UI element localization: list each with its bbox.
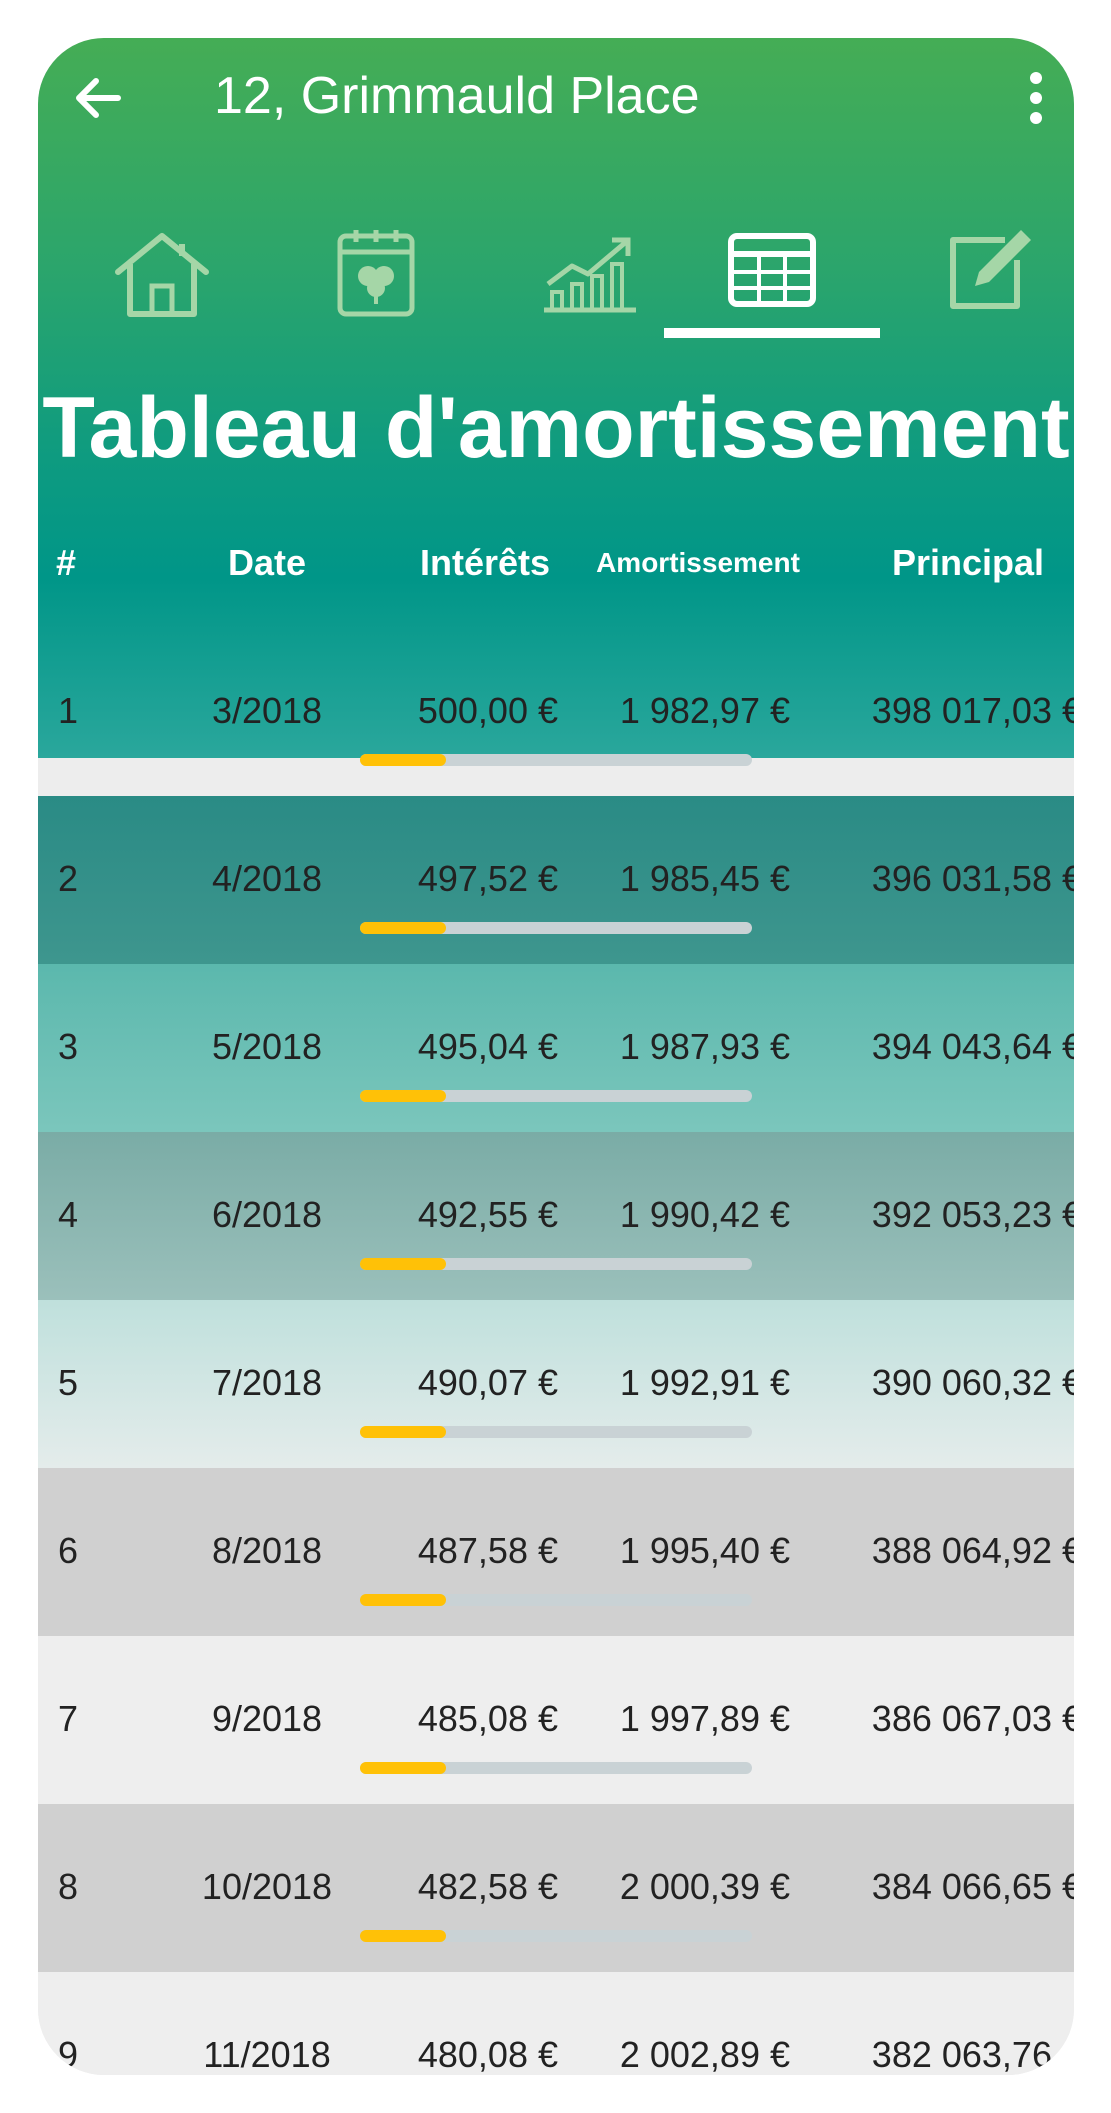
row-interest: 480,08 € xyxy=(417,2034,558,2075)
tab-bar xyxy=(38,208,1074,348)
row-date: 8/2018 xyxy=(211,1530,323,1571)
interest-ratio-fill xyxy=(360,754,447,766)
tab-home[interactable] xyxy=(62,208,262,348)
tab-table[interactable] xyxy=(672,208,872,348)
row-amortization: 1 997,89 € xyxy=(619,1698,790,1739)
row-interest: 485,08 € xyxy=(417,1698,558,1739)
interest-ratio-fill xyxy=(360,1258,447,1270)
row-amortization: 1 995,40 € xyxy=(619,1530,790,1571)
table-row[interactable]: 2 4/2018 497,52 € 1 985,45 € 396 031,58 … xyxy=(38,796,1074,964)
row-principal: 390 060,32 € xyxy=(871,1362,1074,1403)
home-icon xyxy=(115,233,209,317)
row-date: 7/2018 xyxy=(211,1362,323,1403)
row-number: 8 xyxy=(58,1866,79,1907)
row-principal: 382 063,76 € xyxy=(871,2034,1074,2075)
row-number: 2 xyxy=(58,858,79,899)
row-interest: 497,52 € xyxy=(417,858,558,899)
table-row[interactable]: 6 8/2018 487,58 € 1 995,40 € 388 064,92 … xyxy=(38,1468,1074,1636)
row-interest: 500,00 € xyxy=(417,690,558,731)
page-title: Tableau d'amortissement xyxy=(42,380,1070,476)
interest-ratio-bar xyxy=(360,922,752,934)
row-amortization: 1 992,91 € xyxy=(619,1362,790,1403)
table-row[interactable]: 9 11/2018 480,08 € 2 002,89 € 382 063,76… xyxy=(38,1972,1074,2075)
row-principal: 396 031,58 € xyxy=(871,858,1074,899)
app-title: 12, Grimmauld Place xyxy=(214,67,700,125)
table-row[interactable]: 4 6/2018 492,55 € 1 990,42 € 392 053,23 … xyxy=(38,1132,1074,1300)
row-amortization: 2 002,89 € xyxy=(619,2034,790,2075)
row-number: 1 xyxy=(58,690,79,731)
row-date: 9/2018 xyxy=(211,1698,323,1739)
header-number: # xyxy=(56,542,77,583)
table-header: # Date Intérêts Amortissement Principal xyxy=(38,528,1074,598)
table-row[interactable]: 7 9/2018 485,08 € 1 997,89 € 386 067,03 … xyxy=(38,1636,1074,1804)
interest-ratio-fill xyxy=(360,922,447,934)
row-principal: 386 067,03 € xyxy=(871,1698,1074,1739)
interest-ratio-bar xyxy=(360,1762,752,1774)
interest-ratio-bar xyxy=(360,754,752,766)
row-amortization: 2 000,39 € xyxy=(619,1866,790,1907)
row-principal: 398 017,03 € xyxy=(871,690,1074,731)
row-interest: 495,04 € xyxy=(417,1026,558,1067)
row-interest: 487,58 € xyxy=(417,1530,558,1571)
interest-ratio-fill xyxy=(360,1594,447,1606)
interest-ratio-fill xyxy=(360,1930,447,1942)
interest-ratio-fill xyxy=(360,1090,447,1102)
tab-statistics[interactable] xyxy=(490,208,690,348)
row-amortization: 1 985,45 € xyxy=(619,858,790,899)
edit-icon xyxy=(950,230,1031,309)
amortization-table: 1 3/2018 500,00 € 1 982,97 € 398 017,03 … xyxy=(38,628,1074,2075)
row-interest: 492,55 € xyxy=(417,1194,558,1235)
header-date: Date xyxy=(227,542,307,583)
interest-ratio-fill xyxy=(360,1426,447,1438)
row-date: 10/2018 xyxy=(201,1866,333,1907)
row-principal: 392 053,23 € xyxy=(871,1194,1074,1235)
interest-ratio-fill xyxy=(360,1762,447,1774)
row-date: 6/2018 xyxy=(211,1194,323,1235)
growth-chart-icon xyxy=(544,237,636,313)
row-date: 4/2018 xyxy=(211,858,323,899)
more-options-button[interactable] xyxy=(1016,68,1056,128)
tab-edit[interactable] xyxy=(888,208,1074,348)
back-button[interactable] xyxy=(68,68,128,128)
calendar-icon xyxy=(337,230,415,317)
active-tab-indicator xyxy=(664,328,880,338)
row-number: 5 xyxy=(58,1362,79,1403)
table-row[interactable]: 3 5/2018 495,04 € 1 987,93 € 394 043,64 … xyxy=(38,964,1074,1132)
header-amortization: Amortissement xyxy=(596,547,800,578)
table-row[interactable]: 8 10/2018 482,58 € 2 000,39 € 384 066,65… xyxy=(38,1804,1074,1972)
row-number: 7 xyxy=(58,1698,79,1739)
app-bar: 12, Grimmauld Place xyxy=(38,38,1074,148)
more-vertical-icon xyxy=(1030,72,1042,124)
tab-calendar[interactable] xyxy=(276,208,476,348)
row-amortization: 1 982,97 € xyxy=(619,690,790,731)
row-principal: 384 066,65 € xyxy=(871,1866,1074,1907)
phone-screen: 12, Grimmauld Place Tableau d'amortissem… xyxy=(38,38,1074,2075)
row-number: 3 xyxy=(58,1026,79,1067)
row-date: 11/2018 xyxy=(203,2034,331,2075)
table-row[interactable]: 1 3/2018 500,00 € 1 982,97 € 398 017,03 … xyxy=(38,628,1074,796)
row-interest: 490,07 € xyxy=(417,1362,558,1403)
table-icon xyxy=(728,233,816,307)
row-number: 9 xyxy=(58,2034,79,2075)
row-amortization: 1 987,93 € xyxy=(619,1026,790,1067)
interest-ratio-bar xyxy=(360,1594,752,1606)
table-row[interactable]: 5 7/2018 490,07 € 1 992,91 € 390 060,32 … xyxy=(38,1300,1074,1468)
row-number: 4 xyxy=(58,1194,79,1235)
row-date: 3/2018 xyxy=(211,690,323,731)
row-principal: 394 043,64 € xyxy=(871,1026,1074,1067)
row-interest: 482,58 € xyxy=(417,1866,558,1907)
interest-ratio-bar xyxy=(360,1426,752,1438)
header-principal: Principal xyxy=(891,542,1045,583)
row-number: 6 xyxy=(58,1530,79,1571)
row-date: 5/2018 xyxy=(211,1026,323,1067)
row-amortization: 1 990,42 € xyxy=(619,1194,790,1235)
interest-ratio-bar xyxy=(360,1258,752,1270)
arrow-left-icon xyxy=(76,78,121,118)
interest-ratio-bar xyxy=(360,1930,752,1942)
row-principal: 388 064,92 € xyxy=(871,1530,1074,1571)
interest-ratio-bar xyxy=(360,1090,752,1102)
